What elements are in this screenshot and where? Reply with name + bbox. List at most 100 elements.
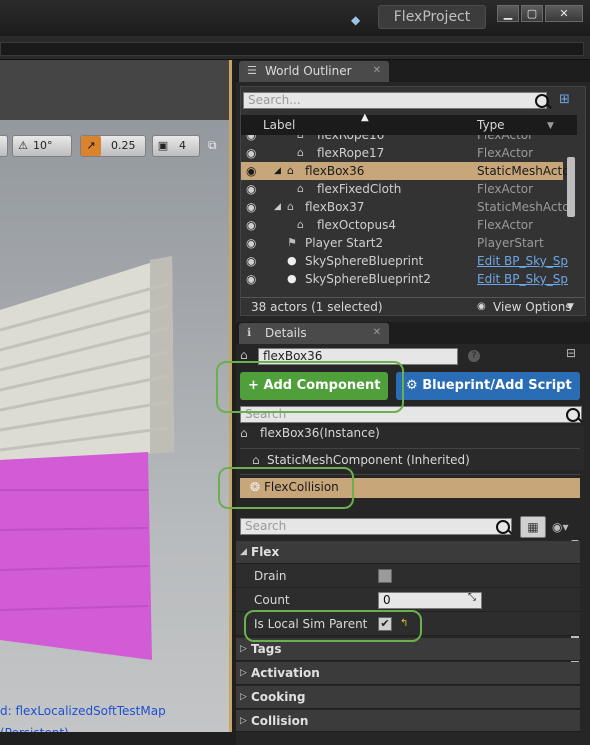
info-icon: ℹ — [247, 326, 252, 339]
visibility-eye-icon[interactable]: ◉ — [246, 218, 260, 232]
column-dropdown-icon[interactable]: ▼ — [547, 121, 554, 131]
category-activation-label: Activation — [251, 666, 320, 680]
category-cooking[interactable]: ▷ Cooking — [236, 686, 580, 709]
visibility-eye-icon[interactable]: ◉ — [246, 272, 260, 286]
lock-icon[interactable]: ⊟ — [566, 346, 576, 360]
close-tab-icon[interactable]: ✕ — [373, 323, 381, 343]
gears-icon: ⚙ — [406, 378, 418, 393]
search-icon — [535, 94, 549, 108]
camera-speed-value: 4 — [179, 139, 186, 152]
actor-type: FlexActor — [477, 135, 534, 142]
outliner-body: Search... ⊞ Label ▲ Type ▼ ◉ ⌂ flexRope1… — [240, 86, 586, 316]
actor-type: PlayerStart — [477, 236, 544, 250]
actor-label: flexOctopus4 — [317, 218, 397, 232]
actor-label: SkySphereBlueprint — [305, 254, 424, 268]
column-label-header[interactable]: Label — [263, 118, 295, 132]
actor-type: StaticMeshActor — [477, 164, 575, 178]
eye-icon: ◉ — [477, 301, 486, 312]
outliner-scrollbar[interactable] — [567, 157, 575, 217]
viewport-mode-button[interactable] — [0, 135, 8, 157]
outliner-list: ◉ ⌂ flexRope16 FlexActor ◉ ⌂ flexRope17 … — [241, 135, 577, 297]
sphere-icon: ● — [287, 254, 297, 267]
count-field[interactable]: 0 — [378, 592, 482, 609]
visibility-eye-icon[interactable]: ◉ — [246, 182, 260, 196]
actor-count: 38 actors (1 selected) — [251, 300, 383, 314]
collapsed-triangle-icon: ▷ — [240, 644, 247, 654]
outliner-row[interactable]: ◉ ● SkySphereBlueprint Edit BP_Sky_Sp — [241, 252, 568, 270]
close-tab-icon[interactable]: ✕ — [373, 61, 381, 81]
maximize-viewport-icon[interactable]: ⧉ — [208, 138, 222, 152]
outliner-search-input[interactable]: Search... — [243, 92, 547, 109]
category-flex[interactable]: ◢ Flex — [236, 541, 580, 564]
search-icon — [496, 520, 510, 534]
outliner-header: Label ▲ Type ▼ — [241, 112, 577, 135]
tab-details[interactable]: ℹ Details ✕ — [239, 323, 389, 344]
visibility-filter-icon[interactable]: ◉▾ — [552, 520, 569, 534]
level-status: d: flexLocalizedSoftTestMap (Persistent) — [0, 700, 229, 732]
actor-icon: ⌂ — [297, 135, 311, 142]
close-window-button[interactable]: ✕ — [545, 5, 583, 22]
outliner-row[interactable]: ◉ ⌂ flexOctopus4 FlexActor — [241, 216, 563, 234]
tab-world-outliner[interactable]: ☰ World Outliner ✕ — [239, 61, 389, 82]
category-cooking-label: Cooking — [251, 690, 306, 704]
visibility-eye-icon[interactable]: ◉ — [246, 135, 260, 142]
resize-handle-icon[interactable]: ⤡ — [468, 592, 476, 603]
blueprint-add-script-button[interactable]: ⚙ Blueprint/Add Script — [396, 372, 580, 400]
column-type-header[interactable]: Type — [477, 118, 505, 132]
outliner-row[interactable]: ◉ ⌂ flexRope16 FlexActor — [241, 135, 563, 144]
camera-speed-button[interactable]: ▣ 4 — [152, 135, 200, 157]
highlight-add-component — [216, 361, 404, 413]
outliner-row[interactable]: ◉ ● SkySphereBlueprint2 Edit BP_Sky_Sp — [241, 270, 568, 288]
actor-type-icon: ⌂ — [240, 348, 248, 362]
category-flex-label: Flex — [251, 545, 280, 559]
actor-type: FlexActor — [477, 182, 534, 196]
outliner-row-selected[interactable]: ◉ ◢ ⌂ flexBox36 StaticMeshActor — [241, 162, 574, 180]
maximize-button[interactable]: ▢ — [521, 5, 543, 22]
view-options-button[interactable]: View Options — [493, 299, 572, 315]
actor-label: flexFixedCloth — [317, 182, 402, 196]
category-collision-label: Collision — [251, 714, 309, 728]
scale-snap-button[interactable]: ↗ 0.25 — [80, 135, 146, 157]
drain-label: Drain — [254, 569, 287, 583]
expand-arrow-icon[interactable]: ◢ — [274, 162, 281, 180]
component-instance-label[interactable]: flexBox36(Instance) — [260, 426, 380, 440]
expand-arrow-icon[interactable]: ◢ — [274, 198, 281, 216]
visibility-eye-icon[interactable]: ◉ — [246, 254, 260, 268]
actor-label: flexRope16 — [317, 135, 385, 142]
category-collision[interactable]: ▷ Collision — [236, 710, 580, 732]
expanded-triangle-icon: ◢ — [240, 547, 247, 557]
category-activation[interactable]: ▷ Activation — [236, 662, 580, 685]
edit-blueprint-link[interactable]: Edit BP_Sky_Sp — [477, 252, 568, 270]
actor-label: Player Start2 — [305, 236, 384, 250]
collapsed-triangle-icon: ▷ — [240, 668, 247, 678]
property-search-input[interactable]: Search — [240, 518, 512, 535]
player-start-icon: ⚑ — [287, 236, 297, 249]
drain-checkbox[interactable] — [378, 569, 392, 583]
actor-icon: ⌂ — [297, 218, 304, 231]
prop-row-count: Count 0 ⤡ — [236, 588, 580, 612]
visibility-eye-icon[interactable]: ◉ — [246, 236, 260, 250]
add-folder-icon[interactable]: ⊞ — [559, 92, 577, 108]
blueprint-button-label: Blueprint/Add Script — [422, 378, 572, 393]
actor-label: flexBox36 — [305, 164, 365, 178]
property-matrix-icon[interactable]: ▦ — [520, 516, 546, 538]
viewport-toolbar: ⚠ 10° ↗ 0.25 ▣ 4 ⧉ — [0, 128, 229, 164]
outliner-row[interactable]: ◉ ⌂ flexRope17 FlexActor — [241, 144, 563, 162]
outliner-row[interactable]: ◉ ⚑ Player Start2 PlayerStart — [241, 234, 563, 252]
edit-blueprint-link[interactable]: Edit BP_Sky_Sp — [477, 270, 568, 288]
rotation-snap-button[interactable]: ⚠ 10° — [12, 135, 72, 157]
collapsed-triangle-icon: ▷ — [240, 716, 247, 726]
outliner-row[interactable]: ◉ ◢ ⌂ flexBox37 StaticMeshActor — [241, 198, 574, 216]
visibility-eye-icon[interactable]: ◉ — [246, 146, 260, 160]
actor-type: FlexActor — [477, 218, 534, 232]
camera-icon: ▣ — [157, 139, 169, 152]
minimize-button[interactable]: ▁ — [497, 5, 519, 22]
static-mesh-icon: ⌂ — [252, 453, 260, 467]
actor-label: flexBox37 — [305, 200, 365, 214]
help-icon[interactable]: ? — [468, 350, 480, 362]
static-mesh-component-label[interactable]: StaticMeshComponent (Inherited) — [267, 453, 470, 467]
visibility-eye-icon[interactable]: ◉ — [246, 164, 260, 178]
level-viewport[interactable]: ⚠ 10° ↗ 0.25 ▣ 4 ⧉ d: flexLocalizedSoftTest… — [0, 60, 232, 732]
visibility-eye-icon[interactable]: ◉ — [246, 200, 260, 214]
outliner-row[interactable]: ◉ ⌂ flexFixedCloth FlexActor — [241, 180, 563, 198]
